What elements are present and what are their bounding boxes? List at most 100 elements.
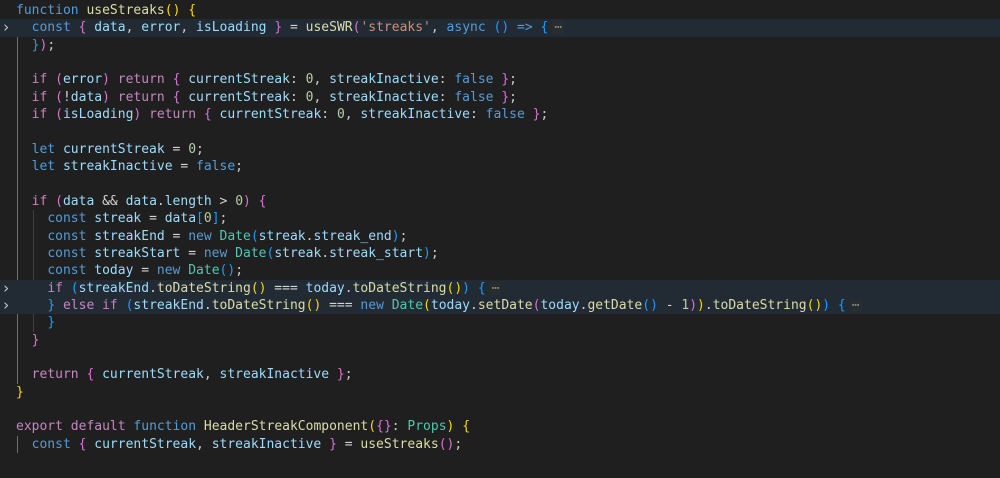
code-token: currentStreak [94,436,197,452]
code-editor[interactable]: function useStreaks() {› const { data, e… [0,0,1000,478]
code-token: : [391,419,408,435]
code-token: async [446,20,486,36]
code-text: const streak = data[0]; [16,210,227,227]
code-token: streakStart [94,245,181,261]
code-text: const streakStart = new Date(streak.stre… [16,245,438,262]
code-line[interactable]: › const { data, error, isLoading } = use… [0,18,1000,37]
code-line[interactable]: const streakEnd = new Date(streak.streak… [0,228,1000,245]
code-token: : [438,89,455,105]
code-token: ; [509,89,517,105]
code-token: . [344,280,353,296]
code-line[interactable]: const today = new Date(); [0,262,1000,279]
code-token: === [266,280,306,296]
code-token: HeaderStreakComponent [203,419,369,435]
code-token: ] [211,211,220,227]
code-text: export default function HeaderStreakComp… [16,418,470,435]
code-token: { [203,107,212,123]
code-token: return [149,107,197,123]
code-token: ( [70,280,79,296]
code-token: new [203,245,228,261]
code-token: data [94,20,126,36]
chevron-right-icon[interactable]: › [0,296,12,314]
chevron-right-icon[interactable]: › [0,279,12,297]
code-line[interactable] [0,349,1000,366]
code-token: if [31,107,48,123]
code-token: const [31,436,71,452]
code-line[interactable] [0,176,1000,193]
folded-region-ellipsis[interactable]: ⋯ [849,298,862,312]
code-token: ( [164,3,173,18]
code-line[interactable]: let currentStreak = 0; [0,141,1000,158]
code-text: let streakInactive = false; [16,158,243,175]
code-text: if (data && data.length > 0) { [16,193,267,210]
code-token: Date [219,228,251,244]
code-token: [ [196,211,204,227]
code-text: if (isLoading) return { currentStreak: 0… [16,106,549,123]
code-line[interactable]: }); [0,37,1000,54]
code-line[interactable]: } [0,314,1000,331]
code-line[interactable]: if (isLoading) return { currentStreak: 0… [0,106,1000,123]
code-token: isLoading [62,107,134,123]
code-token: return [117,72,165,88]
code-line[interactable]: const streak = data[0]; [0,210,1000,227]
code-token: { [376,419,384,435]
code-line[interactable]: } [0,384,1000,401]
code-line[interactable] [0,123,1000,140]
code-token: } [47,315,56,331]
code-line[interactable]: if (error) return { currentStreak: 0, st… [0,71,1000,88]
code-line[interactable]: › } else if (streakEnd.toDateString() ==… [0,296,1000,315]
code-token: return [117,89,165,105]
code-token: . [704,297,713,313]
code-token: ) [462,280,470,296]
code-line[interactable]: export default function HeaderStreakComp… [0,418,1000,435]
code-token: else [62,297,95,313]
chevron-right-icon[interactable]: › [0,18,12,36]
code-token: : [438,72,455,88]
code-line[interactable]: if (!data) return { currentStreak: 0, st… [0,89,1000,106]
code-token: const [47,228,87,244]
code-line[interactable]: if (data && data.length > 0) { [0,193,1000,210]
code-line[interactable] [0,401,1000,418]
code-line[interactable]: › if (streakEnd.toDateString() === today… [0,279,1000,297]
code-token: toDateString [211,297,306,313]
code-text: if (streakEnd.toDateString() === today.t… [16,280,502,297]
code-text: }); [16,37,55,54]
code-line[interactable]: const streakStart = new Date(streak.stre… [0,245,1000,262]
code-token: getDate [587,297,643,313]
code-line[interactable]: return { currentStreak, streakInactive }… [0,366,1000,383]
code-token: ; [47,37,56,53]
code-text: if (!data) return { currentStreak: 0, st… [16,89,517,106]
code-line[interactable]: let streakInactive = false; [0,158,1000,175]
code-token: , [203,367,220,383]
code-token: , [125,20,142,36]
code-token: streakEnd [133,297,204,313]
code-line[interactable]: function useStreaks() { [0,2,1000,19]
code-token: Date [235,245,267,261]
code-text: } [16,384,24,401]
code-line[interactable] [0,54,1000,71]
code-token: ; [399,228,408,244]
code-token: streakInactive [329,89,439,105]
code-line[interactable]: } [0,332,1000,349]
code-token: } [16,384,24,400]
code-line[interactable]: const { currentStreak, streakInactive } … [0,436,1000,453]
code-token: today [430,297,471,313]
code-token: . [149,280,157,296]
code-token: ; [454,436,463,452]
folded-region-ellipsis[interactable]: ⋯ [552,21,565,35]
code-token: . [321,245,330,261]
folded-region-ellipsis[interactable]: ⋯ [489,281,502,295]
